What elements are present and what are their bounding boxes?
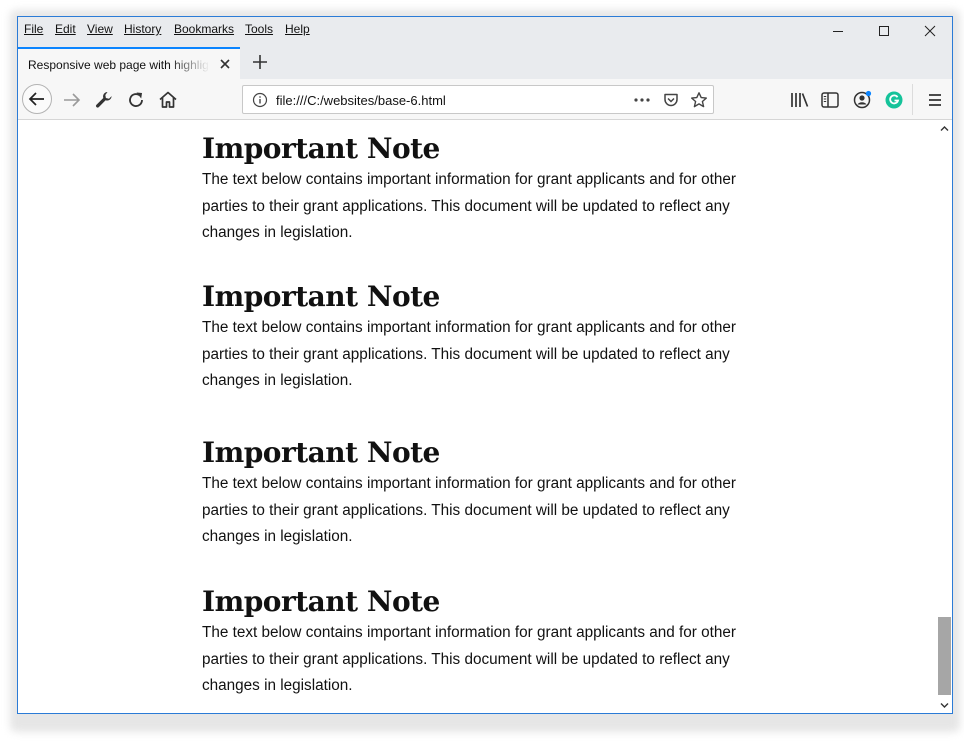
page-content: Important Note The text below contains i… [18,120,936,713]
note-body: The text below contains important inform… [202,171,736,241]
browser-window: File Edit View History Bookmarks Tools H… [17,16,953,714]
note-heading: Important Note [202,585,440,618]
back-icon [28,92,44,106]
note-heading: Important Note [202,132,440,165]
scroll-up-icon[interactable] [940,125,949,132]
note-section: Important Note The text below contains i… [202,584,762,700]
menu-help[interactable]: Help [285,22,310,36]
star-icon[interactable] [690,91,708,109]
menu-file[interactable]: File [24,22,43,36]
menu-tools[interactable]: Tools [245,22,273,36]
note-section: Important Note The text below contains i… [202,435,762,551]
back-button[interactable] [22,84,52,114]
pocket-icon[interactable] [662,91,680,109]
maximize-button[interactable] [861,17,907,45]
url-bar[interactable]: file:///C:/websites/base-6.html [242,85,714,114]
scrollbar-thumb[interactable] [938,617,951,695]
note-heading: Important Note [202,280,440,313]
menu-edit[interactable]: Edit [55,22,76,36]
note-section: Important Note The text below contains i… [202,279,762,395]
tab-active[interactable]: Responsive web page with highlights [18,47,240,79]
maximize-icon [879,26,889,36]
minimize-button[interactable] [815,17,861,45]
menu-history[interactable]: History [124,22,161,36]
tab-title-fade [168,49,210,77]
menu-icon[interactable] [923,88,947,112]
tab-strip: Responsive web page with highlights [18,45,952,79]
close-icon [924,25,936,37]
tab-close-icon[interactable] [217,56,233,72]
info-icon[interactable] [252,92,268,108]
forward-icon[interactable] [60,88,84,112]
note-body: The text below contains important inform… [202,319,736,389]
menu-view[interactable]: View [87,22,113,36]
library-icon[interactable] [788,88,812,112]
url-text[interactable]: file:///C:/websites/base-6.html [276,93,446,108]
wrench-icon[interactable] [92,88,116,112]
navigation-toolbar: file:///C:/websites/base-6.html [18,79,952,120]
home-icon[interactable] [156,88,180,112]
note-body: The text below contains important inform… [202,475,736,545]
note-body: The text below contains important inform… [202,624,736,694]
scroll-down-icon[interactable] [940,702,949,709]
minimize-icon [833,31,843,32]
menu-bookmarks[interactable]: Bookmarks [174,22,234,36]
reload-icon[interactable] [124,88,148,112]
menu-bar: File Edit View History Bookmarks Tools H… [18,17,952,45]
vertical-scrollbar[interactable] [936,120,952,713]
new-tab-icon[interactable] [250,52,270,72]
grammarly-icon[interactable] [882,88,906,112]
note-section: Important Note The text below contains i… [202,131,762,247]
more-icon[interactable] [633,92,651,108]
toolbar-separator [912,84,913,115]
note-heading: Important Note [202,436,440,469]
close-window-button[interactable] [907,17,952,45]
account-icon[interactable] [850,88,874,112]
sidebar-icon[interactable] [818,88,842,112]
